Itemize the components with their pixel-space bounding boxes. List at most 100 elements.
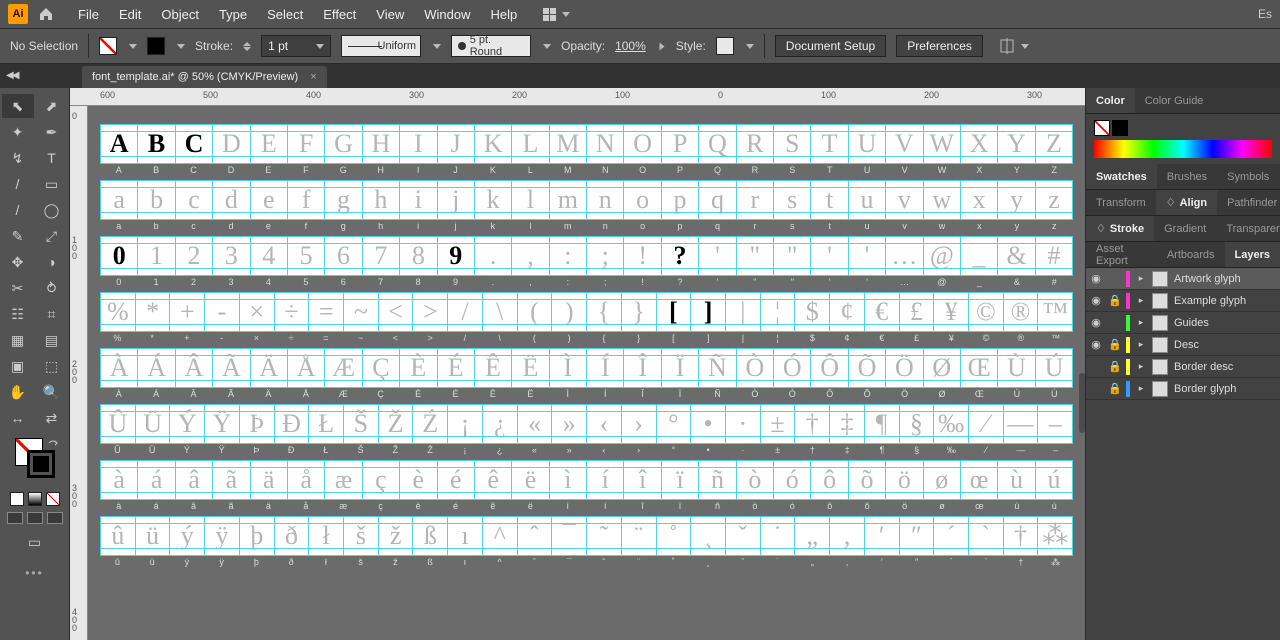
glyph-cell[interactable]: 1	[138, 237, 175, 275]
glyph-cell[interactable]: {	[587, 293, 622, 331]
glyph-cell[interactable]: V	[886, 125, 923, 163]
expand-toggle[interactable]: ▸	[1136, 317, 1146, 328]
menu-effect[interactable]: Effect	[313, 3, 366, 26]
glyph-cell[interactable]: [	[657, 293, 692, 331]
artboard-area[interactable]: ABCDEFGHIJKLMNOPQRSTUVWXYZABCDEFGHIJKLMN…	[88, 106, 1085, 640]
tab-artboards[interactable]: Artboards	[1157, 242, 1225, 267]
glyph-cell[interactable]: Â	[176, 349, 213, 387]
collapse-dock-icon[interactable]: ◀◀	[6, 70, 17, 81]
glyph-cell[interactable]: +	[170, 293, 205, 331]
glyph-cell[interactable]: Û	[101, 405, 136, 443]
glyph-cell[interactable]: .	[475, 237, 512, 275]
glyph-cell[interactable]: ž	[379, 517, 414, 555]
rectangle-tool[interactable]: ▭	[36, 172, 68, 196]
graphic-style-swatch[interactable]	[716, 37, 734, 55]
glyph-cell[interactable]: P	[662, 125, 699, 163]
lock-toggle[interactable]: 🔒	[1108, 382, 1120, 395]
glyph-cell[interactable]: \	[483, 293, 518, 331]
glyph-cell[interactable]: =	[309, 293, 344, 331]
menu-window[interactable]: Window	[414, 3, 480, 26]
glyph-cell[interactable]: ˇ	[726, 517, 761, 555]
glyph-cell[interactable]: —	[1004, 405, 1039, 443]
scale-tool[interactable]: ✥	[2, 250, 34, 274]
glyph-cell[interactable]: B	[138, 125, 175, 163]
glyph-cell[interactable]: Õ	[849, 349, 886, 387]
glyph-cell[interactable]: g	[325, 181, 362, 219]
glyph-cell[interactable]: ‰	[934, 405, 969, 443]
glyph-cell[interactable]: ý	[170, 517, 205, 555]
glyph-cell[interactable]: ï	[662, 461, 699, 499]
glyph-cell[interactable]: Ö	[886, 349, 923, 387]
glyph-cell[interactable]: %	[101, 293, 136, 331]
glyph-cell[interactable]: Ú	[1036, 349, 1072, 387]
glyph-cell[interactable]: Å	[288, 349, 325, 387]
color-mode-none[interactable]	[46, 492, 60, 506]
glyph-cell[interactable]: š	[344, 517, 379, 555]
glyph-cell[interactable]: Ä	[251, 349, 288, 387]
glyph-cell[interactable]: |	[726, 293, 761, 331]
glyph-cell[interactable]: Ł	[309, 405, 344, 443]
chevron-down-icon[interactable]	[129, 44, 137, 49]
glyph-cell[interactable]: é	[438, 461, 475, 499]
layer-row[interactable]: ◉ 🔒 ▸ Desc	[1086, 334, 1280, 356]
menu-object[interactable]: Object	[151, 3, 209, 26]
glyph-cell[interactable]: â	[176, 461, 213, 499]
document-tab[interactable]: font_template.ai* @ 50% (CMYK/Preview) ×	[82, 66, 327, 88]
color-mode-solid[interactable]	[10, 492, 24, 506]
glyph-cell[interactable]: ′	[865, 517, 900, 555]
glyph-cell[interactable]: Ù	[998, 349, 1035, 387]
draw-normal[interactable]	[7, 512, 23, 524]
glyph-cell[interactable]: Ñ	[699, 349, 736, 387]
glyph-cell[interactable]: U	[849, 125, 886, 163]
glyph-cell[interactable]: K	[475, 125, 512, 163]
line-tool[interactable]: /	[2, 172, 34, 196]
glyph-cell[interactable]: A	[101, 125, 138, 163]
expand-toggle[interactable]: ▸	[1136, 361, 1146, 372]
glyph-cell[interactable]: Ã	[213, 349, 250, 387]
glyph-cell[interactable]: /	[448, 293, 483, 331]
glyph-cell[interactable]: ê	[475, 461, 512, 499]
stroke-swatch[interactable]	[147, 37, 165, 55]
glyph-cell[interactable]: ˜	[587, 517, 622, 555]
tab-color-guide[interactable]: Color Guide	[1135, 88, 1214, 113]
variable-width-profile[interactable]: Uniform	[341, 35, 421, 57]
magic-wand-tool[interactable]: ✦	[2, 120, 34, 144]
home-icon[interactable]	[38, 6, 54, 22]
glyph-cell[interactable]: ã	[213, 461, 250, 499]
glyph-cell[interactable]: ł	[309, 517, 344, 555]
glyph-cell[interactable]: •	[691, 405, 726, 443]
glyph-cell[interactable]: ¨	[622, 517, 657, 555]
glyph-cell[interactable]: r	[737, 181, 774, 219]
glyph-cell[interactable]: &	[998, 237, 1035, 275]
glyph-cell[interactable]: ×	[240, 293, 275, 331]
glyph-cell[interactable]: w	[924, 181, 961, 219]
layer-row[interactable]: ◉ ▸ Artwork glyph	[1086, 268, 1280, 290]
glyph-cell[interactable]: À	[101, 349, 138, 387]
artboard-tool[interactable]: 🔍	[36, 380, 68, 404]
visibility-toggle[interactable]: ◉	[1090, 338, 1102, 351]
glyph-cell[interactable]: Ô	[811, 349, 848, 387]
glyph-cell[interactable]: t	[811, 181, 848, 219]
perspective-tool[interactable]: ☷	[2, 302, 34, 326]
slice-tool[interactable]: ↔	[2, 406, 34, 430]
glyph-cell[interactable]: ÿ	[205, 517, 240, 555]
glyph-cell[interactable]: ü	[136, 517, 171, 555]
glyph-cell[interactable]: ç	[363, 461, 400, 499]
glyph-cell[interactable]: Ó	[774, 349, 811, 387]
canvas[interactable]: 6005004003002001000100200300 01002003004…	[70, 88, 1085, 640]
stroke-mini-swatch[interactable]	[1112, 120, 1128, 136]
glyph-cell[interactable]: Y	[998, 125, 1035, 163]
glyph-cell[interactable]: ,	[512, 237, 549, 275]
chevron-down-icon[interactable]	[746, 44, 754, 49]
lock-toggle[interactable]: 🔒	[1108, 294, 1120, 307]
glyph-cell[interactable]: 0	[101, 237, 138, 275]
glyph-cell[interactable]: 2	[176, 237, 213, 275]
document-setup-button[interactable]: Document Setup	[775, 35, 886, 57]
glyph-cell[interactable]: î	[624, 461, 661, 499]
glyph-cell[interactable]: ;	[587, 237, 624, 275]
glyph-cell[interactable]: ´	[934, 517, 969, 555]
glyph-cell[interactable]: ø	[924, 461, 961, 499]
glyph-cell[interactable]: Š	[344, 405, 379, 443]
layer-row[interactable]: 🔒 ▸ Border desc	[1086, 356, 1280, 378]
glyph-cell[interactable]: ˆ	[518, 517, 553, 555]
